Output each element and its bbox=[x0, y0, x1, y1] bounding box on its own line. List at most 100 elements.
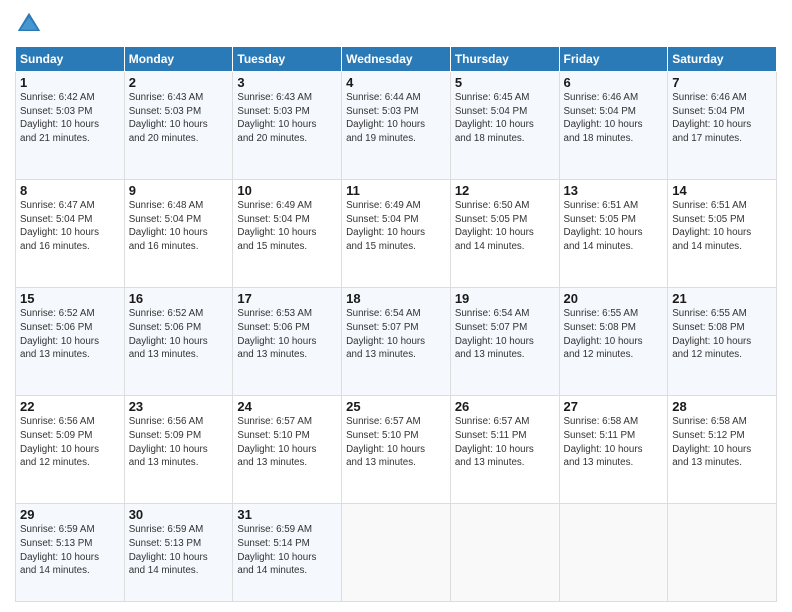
day-info: Sunrise: 6:57 AM Sunset: 5:10 PM Dayligh… bbox=[237, 415, 337, 470]
day-cell: 20Sunrise: 6:55 AM Sunset: 5:08 PM Dayli… bbox=[559, 288, 668, 396]
logo bbox=[15, 10, 47, 38]
day-cell: 1Sunrise: 6:42 AM Sunset: 5:03 PM Daylig… bbox=[16, 72, 125, 180]
day-info: Sunrise: 6:58 AM Sunset: 5:12 PM Dayligh… bbox=[672, 415, 772, 470]
day-cell: 22Sunrise: 6:56 AM Sunset: 5:09 PM Dayli… bbox=[16, 396, 125, 504]
day-info: Sunrise: 6:47 AM Sunset: 5:04 PM Dayligh… bbox=[20, 199, 120, 254]
day-info: Sunrise: 6:59 AM Sunset: 5:13 PM Dayligh… bbox=[129, 523, 229, 578]
day-number: 18 bbox=[346, 291, 446, 306]
day-info: Sunrise: 6:51 AM Sunset: 5:05 PM Dayligh… bbox=[672, 199, 772, 254]
col-header-sunday: Sunday bbox=[16, 47, 125, 72]
day-number: 13 bbox=[564, 183, 664, 198]
col-header-friday: Friday bbox=[559, 47, 668, 72]
day-number: 11 bbox=[346, 183, 446, 198]
day-info: Sunrise: 6:54 AM Sunset: 5:07 PM Dayligh… bbox=[455, 307, 555, 362]
day-number: 19 bbox=[455, 291, 555, 306]
day-number: 3 bbox=[237, 75, 337, 90]
day-cell: 14Sunrise: 6:51 AM Sunset: 5:05 PM Dayli… bbox=[668, 180, 777, 288]
header bbox=[15, 10, 777, 38]
day-cell bbox=[342, 504, 451, 602]
day-cell: 29Sunrise: 6:59 AM Sunset: 5:13 PM Dayli… bbox=[16, 504, 125, 602]
day-cell: 26Sunrise: 6:57 AM Sunset: 5:11 PM Dayli… bbox=[450, 396, 559, 504]
day-info: Sunrise: 6:56 AM Sunset: 5:09 PM Dayligh… bbox=[20, 415, 120, 470]
day-number: 28 bbox=[672, 399, 772, 414]
day-info: Sunrise: 6:55 AM Sunset: 5:08 PM Dayligh… bbox=[564, 307, 664, 362]
day-info: Sunrise: 6:55 AM Sunset: 5:08 PM Dayligh… bbox=[672, 307, 772, 362]
day-cell: 21Sunrise: 6:55 AM Sunset: 5:08 PM Dayli… bbox=[668, 288, 777, 396]
week-row-1: 1Sunrise: 6:42 AM Sunset: 5:03 PM Daylig… bbox=[16, 72, 777, 180]
header-row: SundayMondayTuesdayWednesdayThursdayFrid… bbox=[16, 47, 777, 72]
day-number: 6 bbox=[564, 75, 664, 90]
day-cell: 9Sunrise: 6:48 AM Sunset: 5:04 PM Daylig… bbox=[124, 180, 233, 288]
day-number: 7 bbox=[672, 75, 772, 90]
day-cell bbox=[450, 504, 559, 602]
day-cell bbox=[559, 504, 668, 602]
day-cell: 11Sunrise: 6:49 AM Sunset: 5:04 PM Dayli… bbox=[342, 180, 451, 288]
day-info: Sunrise: 6:57 AM Sunset: 5:11 PM Dayligh… bbox=[455, 415, 555, 470]
day-cell: 27Sunrise: 6:58 AM Sunset: 5:11 PM Dayli… bbox=[559, 396, 668, 504]
day-info: Sunrise: 6:52 AM Sunset: 5:06 PM Dayligh… bbox=[20, 307, 120, 362]
day-cell: 2Sunrise: 6:43 AM Sunset: 5:03 PM Daylig… bbox=[124, 72, 233, 180]
logo-icon bbox=[15, 10, 43, 38]
day-info: Sunrise: 6:57 AM Sunset: 5:10 PM Dayligh… bbox=[346, 415, 446, 470]
day-number: 25 bbox=[346, 399, 446, 414]
day-info: Sunrise: 6:46 AM Sunset: 5:04 PM Dayligh… bbox=[672, 91, 772, 146]
week-row-3: 15Sunrise: 6:52 AM Sunset: 5:06 PM Dayli… bbox=[16, 288, 777, 396]
day-number: 24 bbox=[237, 399, 337, 414]
day-info: Sunrise: 6:56 AM Sunset: 5:09 PM Dayligh… bbox=[129, 415, 229, 470]
day-cell: 8Sunrise: 6:47 AM Sunset: 5:04 PM Daylig… bbox=[16, 180, 125, 288]
day-number: 14 bbox=[672, 183, 772, 198]
day-cell: 23Sunrise: 6:56 AM Sunset: 5:09 PM Dayli… bbox=[124, 396, 233, 504]
day-info: Sunrise: 6:45 AM Sunset: 5:04 PM Dayligh… bbox=[455, 91, 555, 146]
day-info: Sunrise: 6:44 AM Sunset: 5:03 PM Dayligh… bbox=[346, 91, 446, 146]
day-number: 26 bbox=[455, 399, 555, 414]
day-cell: 17Sunrise: 6:53 AM Sunset: 5:06 PM Dayli… bbox=[233, 288, 342, 396]
day-cell: 3Sunrise: 6:43 AM Sunset: 5:03 PM Daylig… bbox=[233, 72, 342, 180]
day-info: Sunrise: 6:59 AM Sunset: 5:14 PM Dayligh… bbox=[237, 523, 337, 578]
page: SundayMondayTuesdayWednesdayThursdayFrid… bbox=[0, 0, 792, 612]
day-number: 30 bbox=[129, 507, 229, 522]
col-header-saturday: Saturday bbox=[668, 47, 777, 72]
day-cell: 15Sunrise: 6:52 AM Sunset: 5:06 PM Dayli… bbox=[16, 288, 125, 396]
day-info: Sunrise: 6:43 AM Sunset: 5:03 PM Dayligh… bbox=[237, 91, 337, 146]
day-cell: 16Sunrise: 6:52 AM Sunset: 5:06 PM Dayli… bbox=[124, 288, 233, 396]
day-number: 10 bbox=[237, 183, 337, 198]
week-row-2: 8Sunrise: 6:47 AM Sunset: 5:04 PM Daylig… bbox=[16, 180, 777, 288]
day-number: 2 bbox=[129, 75, 229, 90]
week-row-4: 22Sunrise: 6:56 AM Sunset: 5:09 PM Dayli… bbox=[16, 396, 777, 504]
col-header-monday: Monday bbox=[124, 47, 233, 72]
day-cell: 31Sunrise: 6:59 AM Sunset: 5:14 PM Dayli… bbox=[233, 504, 342, 602]
day-number: 4 bbox=[346, 75, 446, 90]
day-info: Sunrise: 6:48 AM Sunset: 5:04 PM Dayligh… bbox=[129, 199, 229, 254]
day-info: Sunrise: 6:52 AM Sunset: 5:06 PM Dayligh… bbox=[129, 307, 229, 362]
day-info: Sunrise: 6:54 AM Sunset: 5:07 PM Dayligh… bbox=[346, 307, 446, 362]
day-number: 31 bbox=[237, 507, 337, 522]
day-cell: 30Sunrise: 6:59 AM Sunset: 5:13 PM Dayli… bbox=[124, 504, 233, 602]
day-cell: 6Sunrise: 6:46 AM Sunset: 5:04 PM Daylig… bbox=[559, 72, 668, 180]
day-number: 15 bbox=[20, 291, 120, 306]
day-info: Sunrise: 6:51 AM Sunset: 5:05 PM Dayligh… bbox=[564, 199, 664, 254]
day-info: Sunrise: 6:59 AM Sunset: 5:13 PM Dayligh… bbox=[20, 523, 120, 578]
day-number: 29 bbox=[20, 507, 120, 522]
day-info: Sunrise: 6:42 AM Sunset: 5:03 PM Dayligh… bbox=[20, 91, 120, 146]
day-cell: 19Sunrise: 6:54 AM Sunset: 5:07 PM Dayli… bbox=[450, 288, 559, 396]
day-cell: 5Sunrise: 6:45 AM Sunset: 5:04 PM Daylig… bbox=[450, 72, 559, 180]
day-info: Sunrise: 6:50 AM Sunset: 5:05 PM Dayligh… bbox=[455, 199, 555, 254]
day-number: 23 bbox=[129, 399, 229, 414]
day-cell bbox=[668, 504, 777, 602]
day-cell: 24Sunrise: 6:57 AM Sunset: 5:10 PM Dayli… bbox=[233, 396, 342, 504]
day-info: Sunrise: 6:43 AM Sunset: 5:03 PM Dayligh… bbox=[129, 91, 229, 146]
day-info: Sunrise: 6:58 AM Sunset: 5:11 PM Dayligh… bbox=[564, 415, 664, 470]
col-header-tuesday: Tuesday bbox=[233, 47, 342, 72]
day-number: 21 bbox=[672, 291, 772, 306]
day-cell: 4Sunrise: 6:44 AM Sunset: 5:03 PM Daylig… bbox=[342, 72, 451, 180]
day-number: 12 bbox=[455, 183, 555, 198]
day-number: 22 bbox=[20, 399, 120, 414]
day-cell: 7Sunrise: 6:46 AM Sunset: 5:04 PM Daylig… bbox=[668, 72, 777, 180]
day-cell: 12Sunrise: 6:50 AM Sunset: 5:05 PM Dayli… bbox=[450, 180, 559, 288]
calendar-table: SundayMondayTuesdayWednesdayThursdayFrid… bbox=[15, 46, 777, 602]
day-cell: 25Sunrise: 6:57 AM Sunset: 5:10 PM Dayli… bbox=[342, 396, 451, 504]
day-cell: 18Sunrise: 6:54 AM Sunset: 5:07 PM Dayli… bbox=[342, 288, 451, 396]
day-number: 9 bbox=[129, 183, 229, 198]
week-row-5: 29Sunrise: 6:59 AM Sunset: 5:13 PM Dayli… bbox=[16, 504, 777, 602]
day-info: Sunrise: 6:49 AM Sunset: 5:04 PM Dayligh… bbox=[237, 199, 337, 254]
